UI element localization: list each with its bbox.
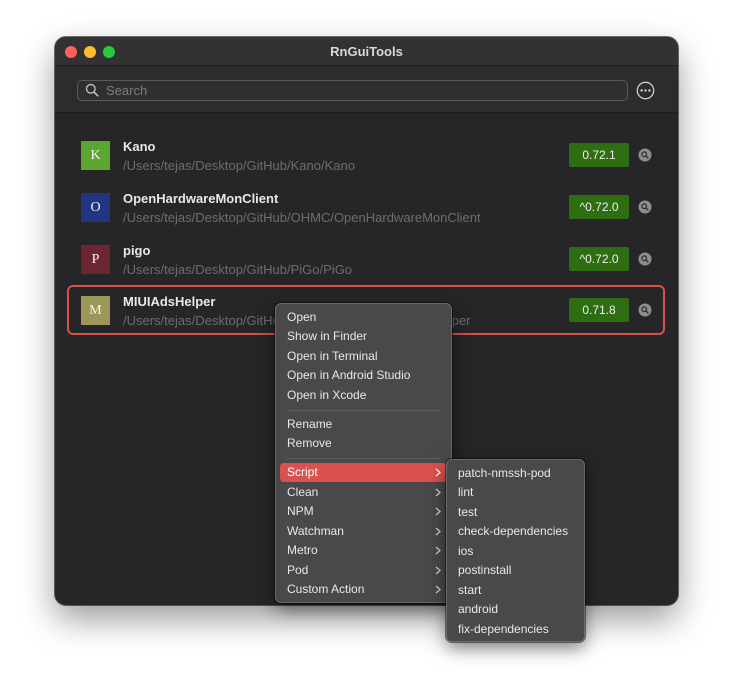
script-item-label: postinstall [458, 563, 512, 577]
menu-item-label: NPM [287, 504, 314, 518]
menu-item-label: Clean [287, 485, 319, 499]
menu-item-label: Pod [287, 563, 309, 577]
script-item-android[interactable]: android [451, 600, 580, 619]
chevron-right-icon [435, 585, 441, 594]
menu-item-show-in-finder[interactable]: Show in Finder [280, 327, 447, 346]
script-item-fix-dependencies[interactable]: fix-dependencies [451, 620, 580, 639]
chevron-right-icon [435, 546, 441, 555]
menu-item-script[interactable]: Script [280, 463, 447, 482]
script-item-label: check-dependencies [458, 524, 569, 538]
script-item-start[interactable]: start [451, 581, 580, 600]
search-field[interactable] [77, 80, 628, 101]
menu-item-label: Metro [287, 543, 318, 557]
menu-item-metro[interactable]: Metro [280, 541, 447, 560]
project-row[interactable]: P pigo /Users/tejas/Desktop/GitHub/PiGo/… [67, 235, 665, 283]
magnifier-icon[interactable] [638, 303, 652, 317]
chevron-right-icon [435, 507, 441, 516]
script-item-lint[interactable]: lint [451, 483, 580, 502]
more-options-button[interactable] [636, 81, 655, 100]
script-item-check-dependencies[interactable]: check-dependencies [451, 522, 580, 541]
version-badge[interactable]: 0.72.1 [569, 143, 629, 167]
script-item-patch-nmssh-pod[interactable]: patch-nmssh-pod [451, 464, 580, 483]
script-item-postinstall[interactable]: postinstall [451, 561, 580, 580]
version-badge[interactable]: ^0.72.0 [569, 195, 629, 219]
version-badge[interactable]: 0.71.8 [569, 298, 629, 322]
search-icon [85, 83, 99, 97]
menu-item-label: Custom Action [287, 582, 365, 596]
magnifier-icon[interactable] [638, 252, 652, 266]
project-row[interactable]: K Kano /Users/tejas/Desktop/GitHub/Kano/… [67, 131, 665, 179]
menu-item-label: Watchman [287, 524, 344, 538]
menu-item-npm[interactable]: NPM [280, 502, 447, 521]
script-item-label: ios [458, 544, 474, 558]
chevron-right-icon [435, 566, 441, 575]
project-avatar: O [81, 193, 110, 222]
menu-item-label: Show in Finder [287, 329, 368, 343]
project-path: /Users/tejas/Desktop/GitHub/Kano/Kano [123, 158, 355, 173]
menu-item-remove[interactable]: Remove [280, 434, 447, 453]
menu-item-label: Open in Android Studio [287, 368, 411, 382]
version-badge[interactable]: ^0.72.0 [569, 247, 629, 271]
chevron-right-icon [435, 488, 441, 497]
menu-item-rename[interactable]: Rename [280, 415, 447, 434]
project-name: pigo [123, 243, 151, 258]
menu-item-label: Open in Xcode [287, 388, 367, 402]
project-avatar: K [81, 141, 110, 170]
menu-item-open[interactable]: Open [280, 308, 447, 327]
menu-item-custom-action[interactable]: Custom Action [280, 580, 447, 599]
project-row[interactable]: O OpenHardwareMonClient /Users/tejas/Des… [67, 183, 665, 231]
magnifier-icon[interactable] [638, 148, 652, 162]
project-path: /Users/tejas/Desktop/GitHub/PiGo/PiGo [123, 262, 353, 277]
title-bar: RnGuiTools [55, 37, 678, 66]
menu-item-clean[interactable]: Clean [280, 483, 447, 502]
script-item-test[interactable]: test [451, 503, 580, 522]
script-item-label: lint [458, 485, 474, 499]
toolbar [55, 66, 678, 113]
menu-item-watchman[interactable]: Watchman [280, 522, 447, 541]
menu-item-pod[interactable]: Pod [280, 561, 447, 580]
script-item-label: fix-dependencies [458, 622, 549, 636]
menu-item-open-in-terminal[interactable]: Open in Terminal [280, 347, 447, 366]
script-submenu: patch-nmssh-pod lint test check-dependen… [446, 459, 585, 642]
project-avatar: P [81, 245, 110, 274]
menu-item-open-in-android-studio[interactable]: Open in Android Studio [280, 366, 447, 385]
menu-item-label: Rename [287, 417, 333, 431]
context-menu: Open Show in Finder Open in Terminal Ope… [275, 303, 452, 603]
menu-item-open-in-xcode[interactable]: Open in Xcode [280, 386, 447, 405]
script-item-label: android [458, 602, 499, 616]
menu-item-label: Open in Terminal [287, 349, 378, 363]
script-item-ios[interactable]: ios [451, 542, 580, 561]
ellipsis-circle-icon [636, 81, 655, 100]
magnifier-icon[interactable] [638, 200, 652, 214]
script-item-label: test [458, 505, 478, 519]
menu-separator [287, 410, 440, 411]
script-item-label: start [458, 583, 482, 597]
search-input[interactable] [106, 81, 606, 100]
script-item-label: patch-nmssh-pod [458, 466, 551, 480]
menu-separator [287, 458, 440, 459]
project-avatar: M [81, 296, 110, 325]
project-name: OpenHardwareMonClient [123, 191, 279, 206]
chevron-right-icon [435, 527, 441, 536]
menu-item-label: Remove [287, 436, 332, 450]
project-name: MIUIAdsHelper [123, 294, 216, 309]
menu-item-label: Script [287, 465, 318, 479]
project-path: /Users/tejas/Desktop/GitHub/OHMC/OpenHar… [123, 210, 481, 225]
window-title: RnGuiTools [330, 44, 403, 59]
project-name: Kano [123, 139, 156, 154]
chevron-right-icon [435, 468, 441, 477]
menu-item-label: Open [287, 310, 317, 324]
